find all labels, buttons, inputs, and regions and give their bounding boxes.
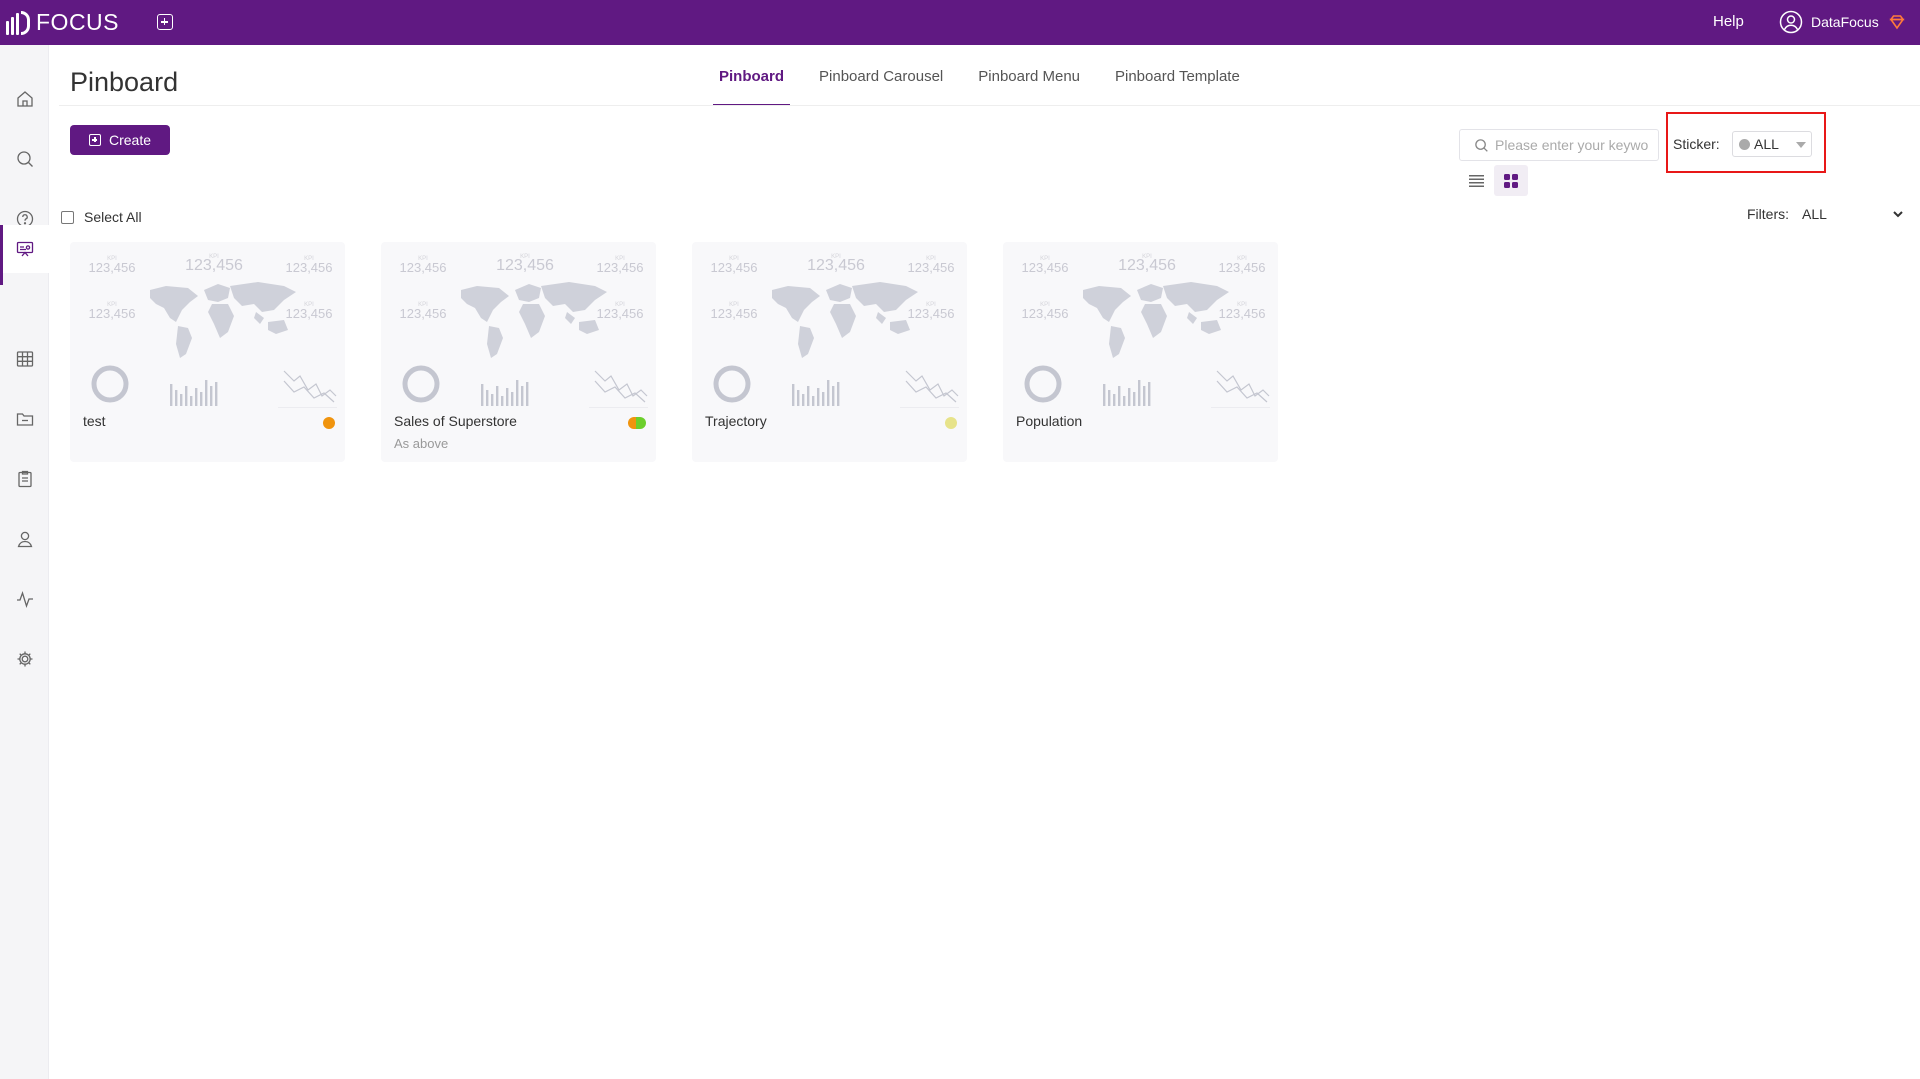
- nav-search[interactable]: [0, 135, 49, 183]
- pinboard-card-subtitle: As above: [394, 436, 449, 451]
- tab-pinboard-carousel[interactable]: Pinboard Carousel: [819, 56, 943, 104]
- pinboard-thumbnail: KPI123,456KPI123,456 KPI123,456KPI123,456…: [711, 254, 959, 408]
- table-icon: [16, 351, 33, 367]
- page-title: Pinboard: [70, 67, 179, 97]
- select-all-checkbox[interactable]: [61, 210, 74, 224]
- logo-mark-icon: [6, 10, 30, 35]
- sticker-dot: [323, 417, 335, 429]
- filters: Filters: ALL: [1747, 206, 1904, 222]
- nav-pinboard[interactable]: [0, 225, 49, 285]
- pinboard-thumbnail: KPI123,456KPI123,456 KPI123,456KPI123,456…: [1022, 254, 1270, 408]
- caret-down-icon: [1796, 142, 1806, 148]
- sticker-label: Sticker:: [1673, 136, 1720, 152]
- sticker-select[interactable]: ALL: [1732, 131, 1812, 157]
- logo-text: FOCUS: [36, 9, 119, 35]
- sticker-color-dot: [1739, 138, 1750, 150]
- svg-text:123,456: 123,456: [1118, 257, 1176, 274]
- svg-text:123,456: 123,456: [1219, 306, 1266, 321]
- grid-view-button[interactable]: [1494, 165, 1528, 196]
- svg-text:123,456: 123,456: [400, 306, 447, 321]
- tabs-divider: [59, 105, 1920, 106]
- pinboard-card[interactable]: KPI 123,456 KPI 123,456 KPI 123,456 KPI 123,456…: [1003, 242, 1278, 462]
- search-icon: [1475, 138, 1488, 152]
- add-tab-icon[interactable]: [157, 14, 173, 30]
- pinboard-card[interactable]: KPI 123,456 KPI 123,456 KPI 123,456 KPI 123,456…: [692, 242, 967, 462]
- svg-text:123,456: 123,456: [711, 306, 758, 321]
- search-input[interactable]: [1495, 137, 1655, 153]
- nav-home[interactable]: [0, 75, 49, 123]
- pinboard-card[interactable]: KPI 123,456 KPI 123,456 KPI 123,456 KPI 123,456…: [70, 242, 345, 462]
- nav-pulse[interactable]: [0, 575, 49, 623]
- filters-select[interactable]: ALL: [1802, 206, 1892, 222]
- plus-square-icon: [88, 134, 101, 146]
- nav-settings[interactable]: [0, 635, 49, 683]
- top-bar: FOCUS Help DataFocus: [0, 0, 1920, 45]
- chevron-down-icon[interactable]: [1892, 208, 1904, 220]
- svg-text:123,456: 123,456: [597, 306, 644, 321]
- user-name: DataFocus: [1811, 14, 1879, 30]
- nav-folder[interactable]: [0, 395, 49, 443]
- sticker-filter-highlight: Sticker: ALL: [1666, 112, 1826, 173]
- pinboard-tabs: Pinboard Pinboard Carousel Pinboard Menu…: [712, 56, 1275, 106]
- tab-pinboard[interactable]: Pinboard: [712, 56, 791, 106]
- select-all-label: Select All: [84, 209, 142, 225]
- pulse-icon: [16, 590, 33, 609]
- svg-text:123,456: 123,456: [400, 260, 447, 275]
- clipboard-icon: [17, 470, 32, 488]
- pinboard-card-title: Population: [1016, 413, 1083, 429]
- filters-label: Filters:: [1747, 206, 1789, 222]
- pinboard-card-title: Sales of Superstore: [394, 413, 517, 429]
- svg-text:123,456: 123,456: [286, 260, 333, 275]
- search-field[interactable]: [1459, 129, 1659, 161]
- svg-text:123,456: 123,456: [89, 306, 136, 321]
- list-view-icon: [1468, 175, 1484, 187]
- svg-text:123,456: 123,456: [908, 306, 955, 321]
- home-icon: [16, 91, 33, 107]
- pinboard-thumbnail: KPI123,456KPI123,456 KPI123,456KPI123,456…: [89, 254, 337, 408]
- tab-pinboard-menu[interactable]: Pinboard Menu: [978, 56, 1080, 104]
- pinboard-icon: [16, 241, 33, 257]
- nav-clipboard[interactable]: [0, 455, 49, 503]
- sticker-value: ALL: [1754, 136, 1779, 152]
- user-menu[interactable]: DataFocus: [1779, 10, 1905, 34]
- create-button-label: Create: [108, 132, 152, 148]
- svg-text:123,456: 123,456: [807, 257, 865, 274]
- folder-icon: [16, 413, 33, 426]
- tab-pinboard-template[interactable]: Pinboard Template: [1115, 56, 1240, 104]
- focus-logo[interactable]: FOCUS: [6, 9, 119, 36]
- user-icon: [17, 531, 32, 548]
- pinboard-thumbnail: KPI123,456KPI123,456 KPI123,456KPI123,456…: [400, 254, 648, 408]
- svg-text:123,456: 123,456: [1022, 306, 1069, 321]
- help-link[interactable]: Help: [1713, 13, 1744, 30]
- svg-text:123,456: 123,456: [1219, 260, 1266, 275]
- svg-text:123,456: 123,456: [496, 257, 554, 274]
- user-avatar-icon: [1779, 10, 1803, 34]
- nav-table[interactable]: [0, 335, 49, 383]
- svg-text:123,456: 123,456: [286, 306, 333, 321]
- vip-gem-icon: [1889, 15, 1905, 30]
- svg-text:123,456: 123,456: [89, 260, 136, 275]
- pinboard-card-title: Trajectory: [705, 413, 767, 429]
- svg-text:123,456: 123,456: [185, 257, 243, 274]
- svg-text:123,456: 123,456: [597, 260, 644, 275]
- settings-icon: [17, 651, 32, 667]
- pinboard-card-title: test: [83, 413, 106, 429]
- svg-text:123,456: 123,456: [1022, 260, 1069, 275]
- pinboard-card[interactable]: KPI 123,456 KPI 123,456 KPI 123,456 KPI 123,456…: [381, 242, 656, 462]
- nav-user[interactable]: [0, 515, 49, 563]
- left-sidebar: [0, 45, 49, 1079]
- list-view-button[interactable]: [1465, 170, 1487, 192]
- create-button[interactable]: Create: [70, 125, 170, 155]
- grid-view-icon: [1504, 173, 1518, 188]
- svg-text:123,456: 123,456: [711, 260, 758, 275]
- sticker-dot: [945, 417, 957, 429]
- sticker-dot: [628, 417, 646, 429]
- select-all[interactable]: Select All: [61, 209, 142, 225]
- search-icon: [16, 151, 33, 167]
- svg-text:123,456: 123,456: [908, 260, 955, 275]
